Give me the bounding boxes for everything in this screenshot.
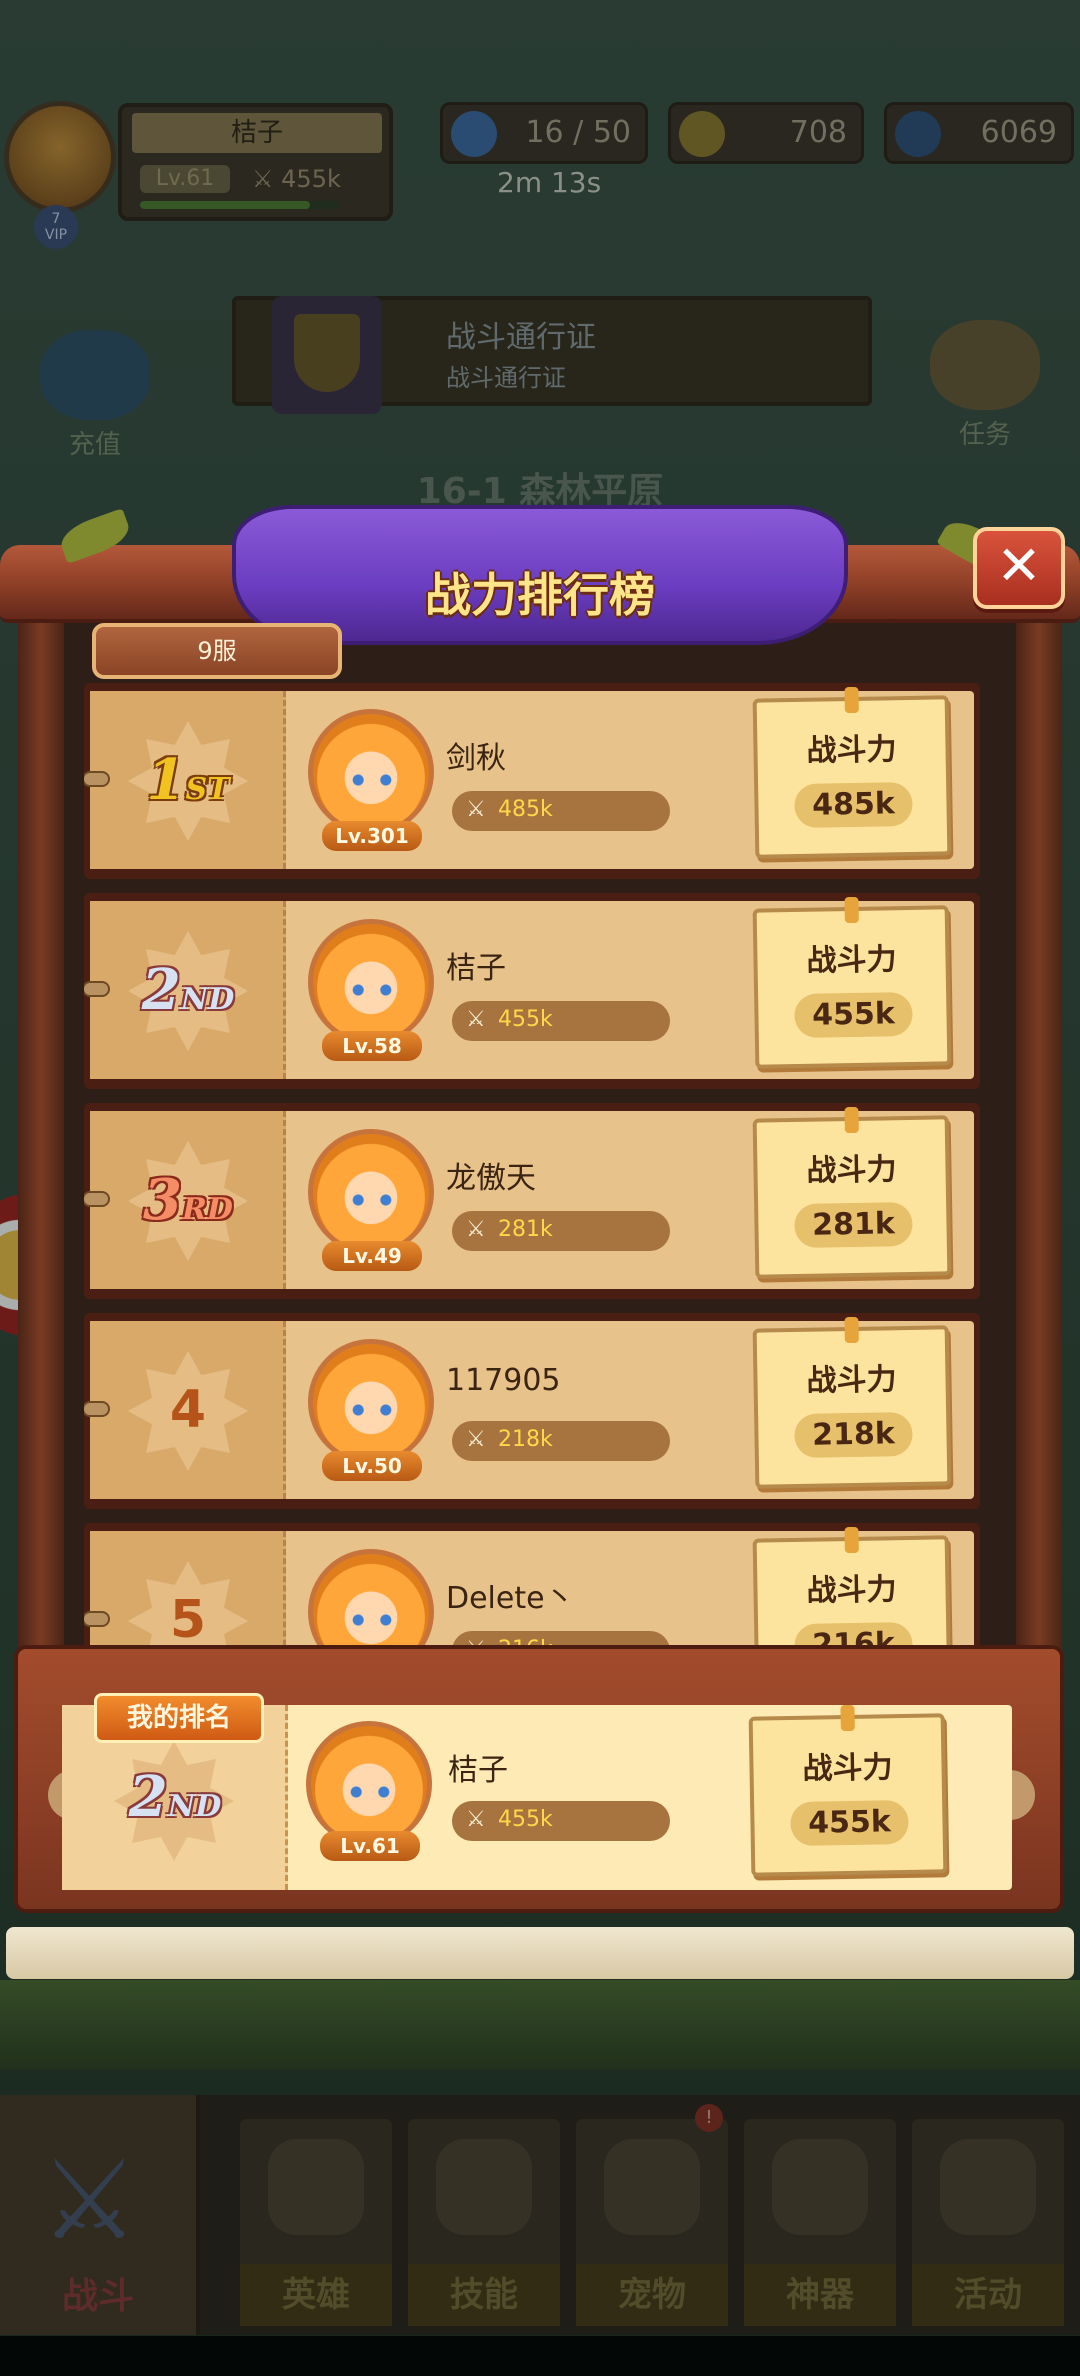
hero-avatar[interactable] [308,1549,434,1648]
pin-decoration [84,771,110,787]
my-hero-avatar[interactable] [306,1721,432,1847]
rank-number: 1ST [146,747,230,813]
ranking-row[interactable]: 2ND Lv.58 桔子 ⚔ 455k 战斗力 455k [84,893,980,1089]
power-label: 战斗力 [806,1572,897,1609]
ranking-card: 1ST Lv.301 剑秋 ⚔ 485k 战斗力 485k [84,686,974,869]
ranking-list[interactable]: 1ST Lv.301 剑秋 ⚔ 485k 战斗力 485k 2ND Lv.58 … [84,683,980,1648]
player-level-tag: Lv.49 [322,1241,422,1271]
close-button[interactable]: ✕ [973,527,1065,609]
ranking-row[interactable]: 4 Lv.50 117905 ⚔ 218k 战斗力 218k [84,1313,980,1509]
power-note: 战斗力 485k [752,686,952,859]
bottom-shelf [6,1927,1074,1979]
close-icon: ✕ [996,534,1042,597]
clip-icon [844,1316,859,1344]
clip-icon [840,1704,855,1732]
player-name: Delete丶 [446,1581,575,1616]
right-frame-post [1016,585,1062,1685]
my-power-bar: ⚔ 455k [452,1801,670,1841]
power-bar: ⚔ 218k [452,1421,670,1461]
power-value: 281k [498,1217,553,1242]
sword-icon: ⚔ [466,797,486,822]
power-ranking-modal: 战力排行榜 ✕ 9服 1ST Lv.301 剑秋 ⚔ 485k 战斗力 485k… [0,505,1080,2005]
player-name: 龙傲天 [446,1161,536,1196]
ranking-row[interactable]: 3RD Lv.49 龙傲天 ⚔ 281k 战斗力 281k [84,1103,980,1299]
power-note-value: 455k [794,991,913,1039]
player-name: 剑秋 [446,741,506,776]
left-frame-post [18,585,64,1685]
power-value: 218k [498,1427,553,1452]
power-note: 战斗力 216k [752,1526,952,1648]
rank-cell: 1ST [90,691,286,869]
hero-avatar[interactable] [308,1129,434,1255]
power-label: 战斗力 [806,1152,897,1189]
power-bar: ⚔ 485k [452,791,670,831]
power-value: 455k [498,1007,553,1032]
power-label: 战斗力 [806,942,897,979]
sword-icon: ⚔ [466,1007,486,1032]
rank-cell: 2ND [90,901,286,1079]
my-power-value: 455k [498,1807,553,1832]
clip-icon [844,686,859,714]
my-rank-label: 我的排名 [94,1693,264,1743]
my-power-note: 战斗力 455k [748,1704,948,1877]
hero-avatar[interactable] [308,1339,434,1465]
rank-cell: 3RD [90,1111,286,1289]
power-note: 战斗力 281k [752,1106,952,1279]
power-note: 战斗力 455k [752,896,952,1069]
modal-title: 战力排行榜 [425,568,655,622]
power-note-value: 281k [794,1201,913,1249]
rank-number: 2ND [141,957,235,1023]
rank-number: 3RD [143,1167,233,1233]
player-name: 桔子 [446,951,506,986]
sword-icon: ⚔ [466,1427,486,1452]
clip-icon [844,1526,859,1554]
power-note-value: 485k [794,781,913,829]
ranking-card: 5 Delete丶 ⚔ 216k 战斗力 216k [84,1526,974,1648]
ranking-row[interactable]: 5 Delete丶 ⚔ 216k 战斗力 216k [84,1523,980,1648]
player-name: 117905 [446,1363,561,1398]
power-value: 485k [498,797,553,822]
sword-icon: ⚔ [466,1807,486,1832]
ranking-card: 3RD Lv.49 龙傲天 ⚔ 281k 战斗力 281k [84,1106,974,1289]
power-note-value: 218k [794,1411,913,1459]
player-level-tag: Lv.50 [322,1451,422,1481]
ranking-row[interactable]: 1ST Lv.301 剑秋 ⚔ 485k 战斗力 485k [84,683,980,879]
pin-decoration [84,1401,110,1417]
my-level-tag: Lv.61 [320,1831,420,1861]
my-name: 桔子 [448,1753,508,1788]
ranking-card: 4 Lv.50 117905 ⚔ 218k 战斗力 218k [84,1316,974,1499]
player-level-tag: Lv.58 [322,1031,422,1061]
server-tag: 9服 [92,623,342,679]
rank-cell: 4 [90,1321,286,1499]
pin-decoration [84,1191,110,1207]
power-bar: ⚔ 455k [452,1001,670,1041]
hero-avatar[interactable] [308,709,434,835]
hero-avatar[interactable] [308,919,434,1045]
power-label: 战斗力 [806,1362,897,1399]
pin-decoration [84,1611,110,1627]
power-bar: ⚔ 281k [452,1211,670,1251]
pin-decoration [84,981,110,997]
rank-number: 4 [169,1380,207,1440]
ranking-card: 2ND Lv.58 桔子 ⚔ 455k 战斗力 455k [84,896,974,1079]
power-label: 战斗力 [802,1750,893,1787]
clip-icon [844,896,859,924]
power-label: 战斗力 [806,732,897,769]
player-level-tag: Lv.301 [322,821,422,851]
rank-number: 5 [169,1590,207,1648]
rank-cell: 5 [90,1531,286,1648]
power-note: 战斗力 218k [752,1316,952,1489]
clip-icon [844,1106,859,1134]
my-power-note-value: 455k [790,1799,909,1847]
sword-icon: ⚔ [466,1217,486,1242]
